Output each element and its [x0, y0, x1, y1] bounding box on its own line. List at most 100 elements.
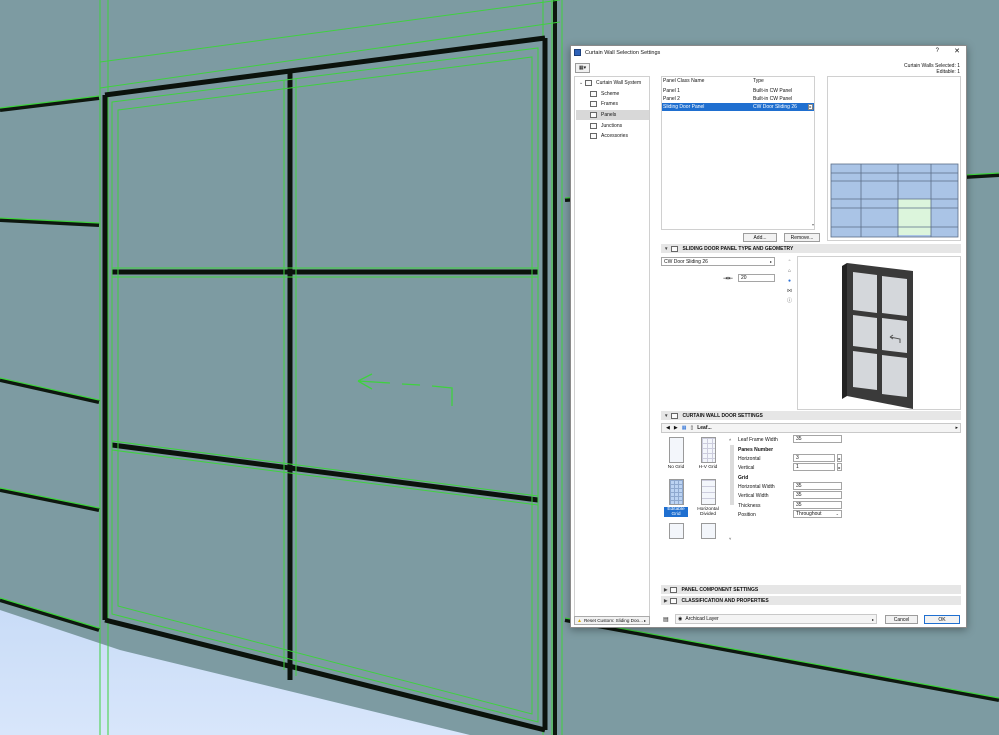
next-page-icon[interactable]: ▶: [674, 425, 678, 431]
reset-custom-button[interactable]: ▲ Reset Custom: Sliding Doo... ▸: [574, 616, 650, 625]
horizontal-stepper-icon[interactable]: ▸: [837, 454, 842, 462]
vertical-stepper-icon[interactable]: ▸: [837, 463, 842, 471]
section-classification[interactable]: ▶ CLASSIFICATION AND PROPERTIES: [661, 596, 961, 605]
tree-item-junctions[interactable]: Junctions: [590, 121, 649, 131]
tree-item-label: Accessories: [601, 133, 628, 139]
scrollbar-thumb[interactable]: [730, 445, 734, 505]
scheme-preview: [827, 76, 961, 241]
vertical-width-input[interactable]: 35: [793, 491, 842, 499]
page-dropdown-icon[interactable]: ▸: [955, 425, 958, 431]
junctions-icon: [590, 123, 597, 129]
section-title: CURTAIN WALL DOOR SETTINGS: [682, 412, 763, 419]
list-row-panel-2[interactable]: Panel 2 Built-in CW Panel: [662, 95, 814, 103]
section-type-geometry[interactable]: ▼ SLIDING DOOR PANEL TYPE AND GEOMETRY: [661, 244, 961, 253]
layer-value: Archicad Layer: [685, 616, 719, 622]
horizontal-panes-input[interactable]: 3: [793, 454, 835, 462]
grid-option-editable-grid[interactable]: Editable Grid: [664, 479, 688, 517]
leaf-frame-width-label: Leaf Frame Width: [738, 437, 778, 443]
warning-icon: ▲: [577, 617, 582, 624]
panel-class-list: Panel Class Name Type Panel 1 Built-in C…: [661, 76, 815, 230]
chevron-down-icon: ⌄: [835, 511, 839, 516]
thickness-input[interactable]: 35: [793, 501, 842, 509]
info-icon[interactable]: ⓘ: [786, 298, 793, 305]
grid-option-label: Horizontal Divided: [697, 507, 719, 517]
panes-number-heading: Panes Number: [738, 447, 774, 453]
horizontal-divided-thumbnail: [700, 479, 716, 505]
curtain-wall-icon: [585, 80, 592, 86]
scroll-up-icon[interactable]: ˄: [729, 437, 731, 442]
section-panel-component-settings[interactable]: ▶ PANEL COMPONENT SETTINGS: [661, 585, 961, 594]
remove-button[interactable]: Remove...: [784, 233, 820, 242]
dialog-title: Curtain Wall Selection Settings: [585, 49, 661, 56]
section-view-icon[interactable]: ⋈: [786, 288, 793, 295]
position-dropdown[interactable]: Throughout ⌄: [793, 510, 842, 518]
section-door-settings[interactable]: ▼ CURTAIN WALL DOOR SETTINGS: [661, 411, 961, 420]
layer-stack-icon: ▤: [663, 617, 669, 623]
horizontal-width-label: Horizontal Width: [738, 484, 775, 490]
vertical-panes-input[interactable]: 1: [793, 463, 835, 471]
plan-view-icon[interactable]: ▫: [786, 258, 793, 265]
panels-icon: [590, 112, 597, 118]
tree-item-label: Scheme: [601, 91, 620, 97]
row-type: CW Door Sliding 26: [753, 104, 797, 110]
scheme-grid: [830, 163, 959, 238]
row-type: Built-in CW Panel: [753, 96, 793, 102]
grid-option-more-1[interactable]: [664, 523, 688, 541]
list-row-panel-1[interactable]: Panel 1 Built-in CW Panel: [662, 87, 814, 95]
grid-option-more-2[interactable]: [696, 523, 720, 541]
cancel-button[interactable]: Cancel: [885, 615, 918, 624]
favorites-icon: ▦▾: [578, 65, 587, 71]
scroll-down-icon[interactable]: ˅: [729, 536, 731, 541]
nav-page-label: Leaf...: [697, 425, 712, 431]
col-header-type: Type: [753, 78, 764, 84]
vertical-panes-label: Vertical: [738, 465, 755, 471]
classification-icon: [670, 597, 678, 604]
scroll-down-icon[interactable]: ▾: [812, 222, 814, 227]
horizontal-width-input[interactable]: 35: [793, 482, 842, 490]
favorites-button[interactable]: ▦▾: [575, 63, 590, 73]
help-button[interactable]: ?: [936, 48, 939, 54]
col-header-name: Panel Class Name: [663, 78, 705, 84]
add-button[interactable]: Add...: [743, 233, 777, 242]
parameter-list-icon[interactable]: ▦: [682, 425, 687, 431]
collapse-icon: ▼: [664, 413, 669, 418]
tree-item-accessories[interactable]: Accessories: [590, 131, 649, 141]
grid-type-gallery: No Grid H-V Grid Editable Grid Horizonta…: [661, 435, 737, 543]
gallery-scrollbar[interactable]: ˄ ˅: [729, 437, 735, 541]
grid-option-label: No Grid: [667, 465, 685, 470]
settings-tree: ⌄ Curtain Wall System Scheme Frames Pane…: [574, 76, 650, 625]
list-row-sliding-door-panel[interactable]: Sliding Door Panel CW Door Sliding 26 ▸: [662, 103, 814, 111]
hv-grid-thumbnail: [700, 437, 716, 463]
tree-item-scheme[interactable]: Scheme: [590, 89, 649, 99]
layer-dropdown[interactable]: ◉ Archicad Layer ▸: [675, 614, 877, 624]
no-grid-thumbnail: [668, 437, 684, 463]
leaf-frame-width-input[interactable]: 35: [793, 435, 842, 443]
3d-view-icon[interactable]: ●: [786, 278, 793, 285]
offset-input[interactable]: 20: [738, 274, 775, 282]
editable-count: Editable: 1: [936, 69, 960, 75]
row-name: Panel 1: [663, 88, 680, 94]
tree-collapse-icon[interactable]: ⌄: [579, 80, 583, 86]
elevation-view-icon[interactable]: ⌂: [786, 268, 793, 275]
prev-page-icon[interactable]: ◀: [666, 425, 670, 431]
curtain-wall-settings-dialog: Curtain Wall Selection Settings ? ✕ ▦▾ C…: [570, 45, 967, 628]
tree-root-curtain-wall-system[interactable]: Curtain Wall System: [585, 78, 649, 88]
panel-component-icon: [670, 586, 678, 593]
ok-button[interactable]: OK: [924, 615, 960, 624]
tree-root-label: Curtain Wall System: [596, 80, 642, 86]
tree-item-panels[interactable]: Panels: [576, 110, 649, 120]
door-leaf-icon: ▯: [690, 425, 694, 431]
section-title: PANEL COMPONENT SETTINGS: [681, 586, 759, 593]
door-panel-icon: [671, 245, 679, 252]
editable-grid-thumbnail: [668, 479, 684, 505]
grid-option-hv-grid[interactable]: H-V Grid: [696, 437, 720, 470]
grid-option-label: Editable Grid: [664, 507, 688, 517]
scroll-up-icon[interactable]: ▴: [812, 105, 814, 110]
grid-option-no-grid[interactable]: No Grid: [664, 437, 688, 470]
door-type-dropdown[interactable]: CW Door Sliding 26 ▸: [661, 257, 775, 266]
chevron-right-icon: ▸: [871, 616, 874, 622]
grid-option-horizontal-divided[interactable]: Horizontal Divided: [696, 479, 720, 517]
row-name: Sliding Door Panel: [663, 104, 705, 110]
close-button[interactable]: ✕: [954, 47, 960, 55]
tree-item-frames[interactable]: Frames: [590, 99, 649, 109]
